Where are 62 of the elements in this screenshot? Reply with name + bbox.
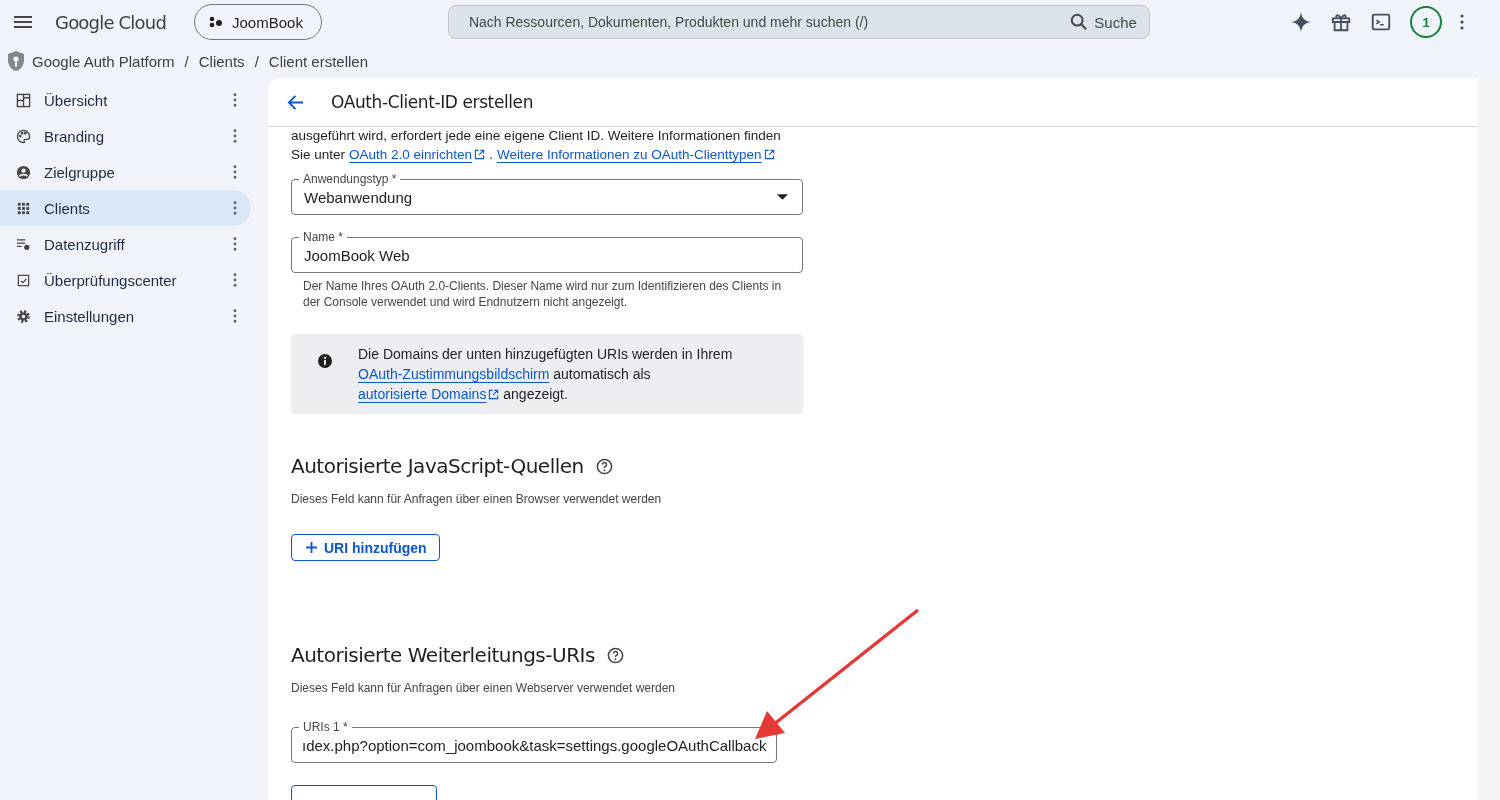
shield-icon: [7, 50, 25, 72]
help-icon[interactable]: [606, 646, 624, 664]
sidebar-item[interactable]: Zielgruppe: [0, 154, 251, 190]
more-icon[interactable]: [233, 273, 237, 287]
check-icon: [16, 272, 31, 288]
setup-link[interactable]: OAuth 2.0 einrichten: [349, 145, 486, 165]
sidebar-item[interactable]: Datenzugriff: [0, 226, 251, 262]
search-field[interactable]: Nach Ressourcen, Dokumenten, Produkten und mehr suchen (/) Suche: [447, 5, 1150, 39]
sidebar-item[interactable]: Überprüfungscenter: [0, 262, 251, 298]
dropdown-caret-icon: [777, 194, 788, 200]
dashboard-icon: [16, 92, 31, 108]
more-icon[interactable]: [233, 129, 237, 143]
terminal-icon[interactable]: [1370, 11, 1392, 33]
breadcrumb-link[interactable]: Clients: [198, 52, 245, 70]
breadcrumb-link[interactable]: Client erstellen: [268, 52, 368, 70]
intro-text: Sie unter: [291, 146, 346, 164]
punctuation: .: [489, 146, 493, 164]
more-icon[interactable]: [233, 237, 237, 251]
datalist-icon: [16, 236, 31, 252]
grid-icon: [16, 200, 31, 216]
project-icon: [209, 16, 223, 28]
more-icon[interactable]: [233, 201, 237, 215]
plus-icon: [306, 542, 317, 553]
breadcrumb-separator: /: [254, 52, 259, 70]
section-title: Autorisierte JavaScript-Quellen: [291, 454, 584, 478]
external-link-icon: [488, 389, 500, 400]
sidebar-item[interactable]: Übersicht: [0, 82, 251, 118]
gift-icon[interactable]: [1330, 11, 1352, 33]
sidebar-item[interactable]: Einstellungen: [0, 298, 251, 334]
menu-icon[interactable]: [14, 16, 32, 28]
back-arrow-icon[interactable]: [287, 93, 304, 111]
palette-icon: [16, 128, 31, 144]
section-title: Autorisierte Weiterleitungs-URIs: [291, 643, 595, 667]
section-description: Dieses Feld kann für Anfragen über einen Webserver verwendet werden: [291, 681, 676, 695]
sidebar-item[interactable]: Branding: [0, 118, 251, 154]
add-uri-button[interactable]: URI hinzufügen: [291, 534, 440, 561]
info-icon: [318, 354, 332, 368]
more-icon[interactable]: [233, 165, 237, 179]
sparkle-icon[interactable]: [1290, 11, 1312, 33]
breadcrumb-separator: /: [184, 52, 189, 70]
search-button[interactable]: Suche: [1058, 13, 1149, 31]
consent-screen-link[interactable]: OAuth-Zustimmungsbildschirm: [358, 366, 550, 382]
intro-text: ausgeführt wird, erfordert jede eine eigene Client ID. Weitere Informationen finden: [291, 127, 782, 145]
page-title: OAuth-Client-ID erstellen: [331, 92, 534, 112]
product-logo[interactable]: Google Cloud: [55, 11, 166, 33]
notification-badge[interactable]: 1: [1410, 6, 1442, 38]
more-icon[interactable]: [233, 309, 237, 323]
gear-icon: [16, 308, 31, 324]
external-link-icon: [763, 149, 775, 160]
breadcrumb-link[interactable]: Google Auth Platform: [32, 52, 175, 70]
section-description: Dieses Feld kann für Anfragen über einen Browser verwendet werden: [291, 492, 663, 506]
sidebar-item[interactable]: Clients: [0, 190, 251, 226]
more-icon[interactable]: [233, 93, 237, 107]
person-icon: [16, 164, 31, 180]
authorized-domains-link[interactable]: autorisierte Domains: [358, 386, 500, 402]
info-text: Die Domains der unten hinzugefügten URIs werden in Ihrem OAuth-Zustimmungsbildschirm automatisch als autorisierte Domains angezeigt.: [358, 345, 734, 404]
search-icon: [1070, 13, 1089, 31]
field-hint: Der Name Ihres OAuth 2.0-Clients. Dieser Name wird nur zum Identifizieren des Clients in der Console verwendet und wird Endnutzern nicht angezeigt.: [302, 278, 783, 310]
more-icon[interactable]: [1460, 14, 1464, 30]
external-link-icon: [474, 149, 486, 160]
help-icon[interactable]: [595, 457, 613, 475]
client-types-link[interactable]: Weitere Informationen zu OAuth-Clienttypen: [496, 145, 775, 165]
